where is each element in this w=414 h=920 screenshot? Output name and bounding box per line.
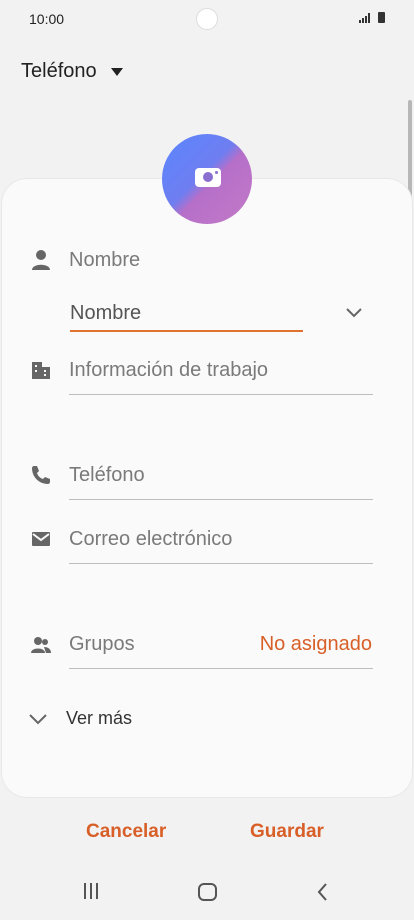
front-camera: [196, 8, 218, 30]
camera-icon: [195, 168, 221, 187]
divider: [69, 668, 373, 669]
navigation-bar: [0, 870, 414, 916]
work-info-field[interactable]: Información de trabajo: [69, 359, 268, 382]
status-time: 10:00: [29, 11, 65, 27]
email-field[interactable]: Correo electrónico: [69, 528, 232, 551]
recents-icon[interactable]: [82, 880, 100, 904]
screen: 10:00 Teléfono Nombre Nombre Información…: [0, 0, 414, 920]
see-more-label: Ver más: [66, 708, 133, 728]
back-icon[interactable]: [315, 880, 331, 904]
groups-label[interactable]: Grupos: [69, 633, 135, 656]
groups-value[interactable]: No asignado: [260, 633, 372, 656]
person-icon: [32, 250, 50, 270]
home-icon[interactable]: [197, 880, 219, 904]
phone-icon: [32, 466, 50, 484]
save-button[interactable]: Guardar: [250, 821, 324, 843]
building-icon: [32, 362, 50, 379]
divider: [69, 499, 373, 500]
photo-picker[interactable]: [162, 134, 252, 224]
contact-form-card: [1, 178, 413, 798]
battery-icon: [378, 12, 385, 23]
email-icon: [32, 532, 50, 546]
divider: [69, 563, 373, 564]
account-selector[interactable]: Teléfono: [21, 58, 123, 84]
account-label: Teléfono: [21, 59, 97, 82]
chevron-down-icon: [29, 713, 47, 724]
divider: [69, 394, 373, 395]
status-bar: 10:00: [0, 0, 414, 40]
cancel-button[interactable]: Cancelar: [86, 821, 166, 843]
chevron-down-icon[interactable]: [345, 306, 363, 318]
name-section-label: Nombre: [69, 249, 141, 271]
name-input[interactable]: [70, 296, 303, 332]
phone-field[interactable]: Teléfono: [69, 464, 145, 487]
dropdown-arrow-icon: [110, 68, 123, 76]
signal-icon: [359, 13, 370, 23]
group-icon: [31, 637, 51, 653]
see-more-button[interactable]: Ver más: [28, 708, 132, 729]
